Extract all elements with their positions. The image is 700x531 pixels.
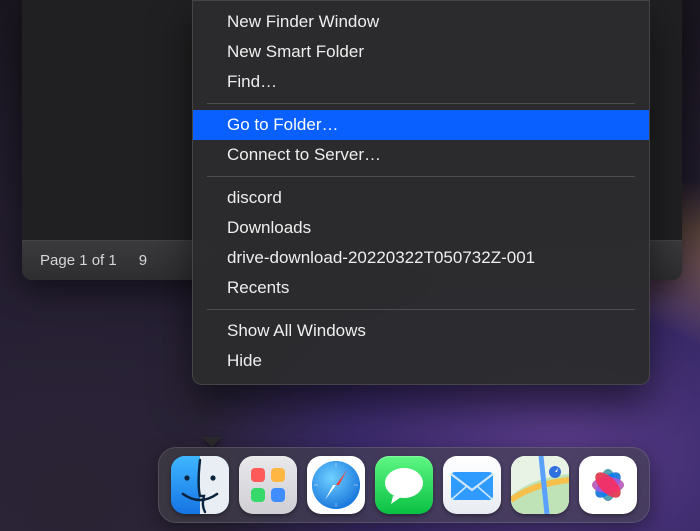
menu-item-recent-recents[interactable]: Recents [193, 273, 649, 303]
dock-maps-icon[interactable] [511, 456, 569, 514]
menu-tip [202, 437, 222, 447]
dock-photos-icon[interactable] [579, 456, 637, 514]
menu-item-find[interactable]: Find… [193, 67, 649, 97]
finder-context-menu: New Finder WindowNew Smart FolderFind… Go… [192, 0, 650, 385]
menu-separator [207, 309, 635, 310]
dock-messages-icon[interactable] [375, 456, 433, 514]
dock-mail-icon[interactable] [443, 456, 501, 514]
dock-finder-icon[interactable] [171, 456, 229, 514]
menu-item-new-smart-folder[interactable]: New Smart Folder [193, 37, 649, 67]
status-extra-info: 9 [139, 252, 147, 269]
menu-item-connect-to-server[interactable]: Connect to Server… [193, 140, 649, 170]
menu-item-hide[interactable]: Hide [193, 346, 649, 376]
dock-launchpad-icon[interactable] [239, 456, 297, 514]
menu-item-new-finder-window[interactable]: New Finder Window [193, 7, 649, 37]
status-page-indicator: Page 1 of 1 [40, 252, 117, 269]
dock-region [158, 447, 700, 523]
menu-item-go-to-folder[interactable]: Go to Folder… [193, 110, 649, 140]
menu-item-show-all-windows[interactable]: Show All Windows [193, 316, 649, 346]
menu-item-recent-drive-download[interactable]: drive-download-20220322T050732Z-001 [193, 243, 649, 273]
menu-separator [207, 103, 635, 104]
dock [158, 447, 650, 523]
dock-safari-icon[interactable] [307, 456, 365, 514]
menu-item-recent-discord[interactable]: discord [193, 183, 649, 213]
menu-item-recent-downloads[interactable]: Downloads [193, 213, 649, 243]
menu-separator [207, 176, 635, 177]
